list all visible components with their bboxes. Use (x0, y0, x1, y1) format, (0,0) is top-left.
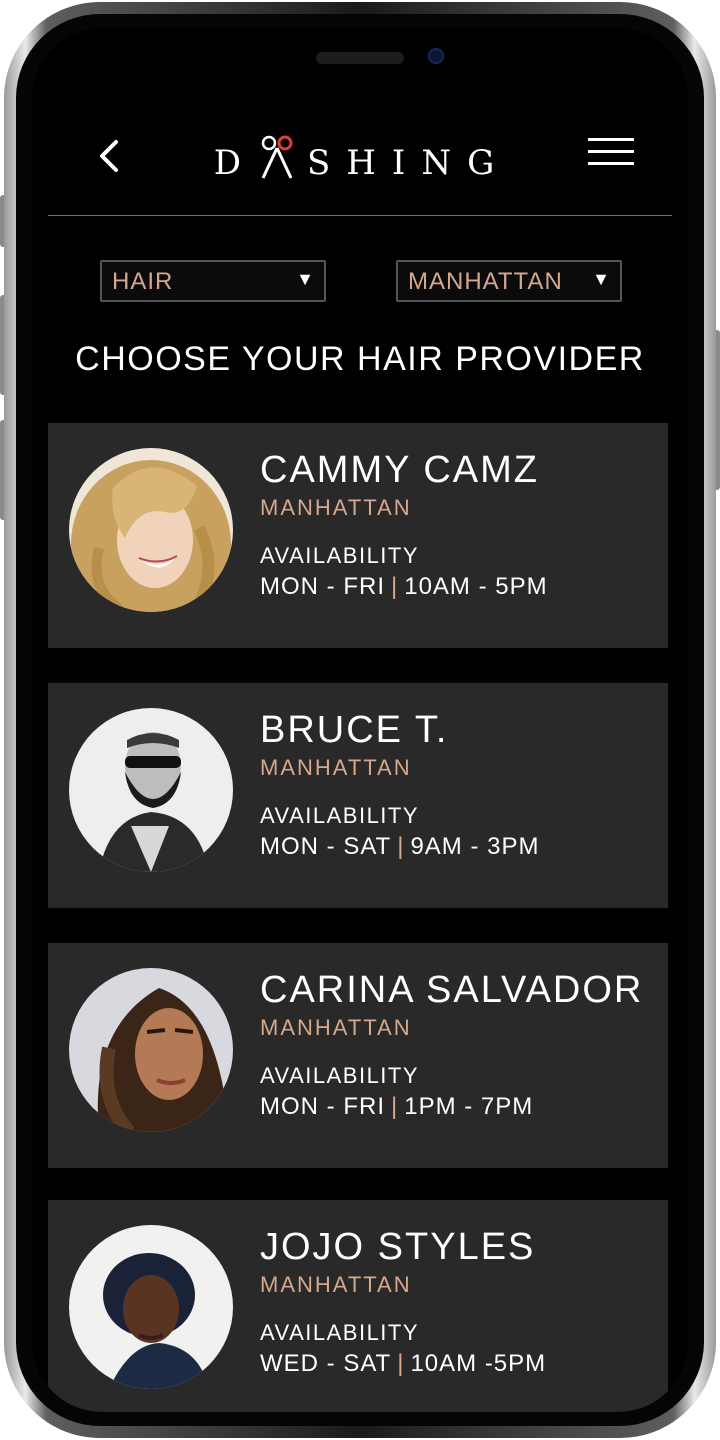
provider-location: MANHATTAN (260, 1272, 412, 1297)
avatar (69, 448, 233, 612)
chevron-left-icon (100, 140, 118, 172)
page-title: CHOOSE YOUR HAIR PROVIDER (75, 340, 645, 378)
availability-times: 10AM -5PM (410, 1350, 547, 1377)
separator: | (390, 1093, 399, 1120)
availability-days: MON - FRI (260, 1093, 385, 1120)
logo-wordmark: D SHING (214, 134, 511, 183)
separator: | (390, 573, 399, 600)
triangle-down-icon: ▼ (296, 269, 314, 289)
speaker-grille (316, 52, 404, 64)
availability-times: 1PM - 7PM (404, 1093, 534, 1120)
provider-location: MANHATTAN (260, 1015, 412, 1040)
provider-info: JOJO STYLES MANHATTAN AVAILABILITY WED -… (260, 1224, 658, 1378)
availability-hours: MON - SAT | 9AM - 3PM (260, 833, 658, 861)
provider-info: BRUCE T. MANHATTAN AVAILABILITY MON - SA… (260, 707, 658, 861)
hamburger-menu-icon (588, 138, 634, 165)
separator: | (397, 833, 405, 860)
availability-label: AVAILABILITY (260, 1063, 420, 1088)
back-button[interactable] (90, 136, 130, 176)
availability-hours: MON - FRI | 10AM - 5PM (260, 573, 658, 601)
provider-name: CAMMY CAMZ (260, 449, 539, 491)
service-filter-dropdown[interactable]: HAIR ▼ (100, 260, 326, 302)
location-filter-value: MANHATTAN (408, 268, 563, 295)
availability-label: AVAILABILITY (260, 1320, 420, 1345)
scissors-icon (257, 134, 297, 180)
provider-card[interactable]: CARINA SALVADOR MANHATTAN AVAILABILITY M… (48, 943, 668, 1168)
nav-divider (48, 215, 672, 216)
availability-days: WED - SAT (260, 1350, 392, 1377)
location-filter-dropdown[interactable]: MANHATTAN ▼ (396, 260, 622, 302)
provider-name: BRUCE T. (260, 709, 449, 751)
availability-hours: MON - FRI | 1PM - 7PM (260, 1093, 658, 1121)
availability-label: AVAILABILITY (260, 803, 420, 828)
avatar (69, 968, 233, 1132)
separator: | (397, 1350, 405, 1377)
provider-location: MANHATTAN (260, 495, 412, 520)
menu-button[interactable] (588, 138, 634, 174)
triangle-down-icon: ▼ (592, 269, 610, 289)
availability-times: 9AM - 3PM (410, 833, 540, 860)
provider-card[interactable]: BRUCE T. MANHATTAN AVAILABILITY MON - SA… (48, 683, 668, 908)
app-screen: D SHING HAIR ▼ MANHATTAN ▼ CHOOSE YOUR H… (32, 28, 688, 1412)
provider-location: MANHATTAN (260, 755, 412, 780)
availability-hours: WED - SAT | 10AM -5PM (260, 1350, 658, 1378)
provider-info: CARINA SALVADOR MANHATTAN AVAILABILITY M… (260, 967, 658, 1121)
avatar (69, 708, 233, 872)
service-filter-value: HAIR (112, 268, 174, 295)
provider-card[interactable]: JOJO STYLES MANHATTAN AVAILABILITY WED -… (48, 1200, 668, 1412)
provider-card[interactable]: CAMMY CAMZ MANHATTAN AVAILABILITY MON - … (48, 423, 668, 648)
avatar (69, 1225, 233, 1389)
top-nav: D SHING (32, 108, 688, 218)
phone-mockup: D SHING HAIR ▼ MANHATTAN ▼ CHOOSE YOUR H… (0, 0, 720, 1440)
provider-name: JOJO STYLES (260, 1226, 536, 1268)
provider-name: CARINA SALVADOR (260, 969, 644, 1011)
availability-times: 10AM - 5PM (404, 573, 548, 600)
front-camera (428, 48, 444, 64)
provider-info: CAMMY CAMZ MANHATTAN AVAILABILITY MON - … (260, 447, 658, 601)
availability-days: MON - SAT (260, 833, 392, 860)
availability-label: AVAILABILITY (260, 543, 420, 568)
availability-days: MON - FRI (260, 573, 385, 600)
app-logo[interactable]: D SHING (212, 118, 512, 198)
